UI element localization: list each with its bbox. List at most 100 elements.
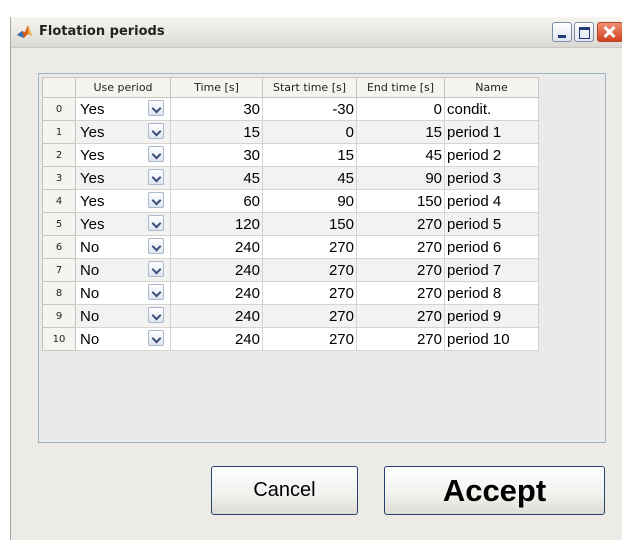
- name-cell[interactable]: period 9: [444, 304, 539, 328]
- use-period-dropdown[interactable]: Yes: [75, 166, 171, 190]
- chevron-down-icon[interactable]: [148, 330, 164, 346]
- name-cell[interactable]: condit.: [444, 97, 539, 121]
- use-period-dropdown[interactable]: No: [75, 304, 171, 328]
- time-cell[interactable]: 15: [170, 120, 263, 144]
- start-time-cell[interactable]: 150: [262, 212, 357, 236]
- end-time-cell[interactable]: 270: [356, 235, 445, 259]
- time-cell[interactable]: 240: [170, 304, 263, 328]
- chevron-down-icon[interactable]: [148, 100, 164, 116]
- row-header[interactable]: 2: [42, 143, 76, 167]
- start-time-cell[interactable]: 90: [262, 189, 357, 213]
- time-cell[interactable]: 30: [170, 143, 263, 167]
- table-row: 8 No 240 270 270 period 8: [42, 281, 539, 305]
- use-period-value: Yes: [80, 147, 105, 164]
- row-header[interactable]: 8: [42, 281, 76, 305]
- name-cell[interactable]: period 10: [444, 327, 539, 351]
- chevron-down-icon[interactable]: [148, 192, 164, 208]
- start-time-cell[interactable]: 270: [262, 258, 357, 282]
- end-time-cell[interactable]: 150: [356, 189, 445, 213]
- use-period-dropdown[interactable]: Yes: [75, 212, 171, 236]
- time-cell[interactable]: 30: [170, 97, 263, 121]
- table-row: 5 Yes 120 150 270 period 5: [42, 212, 539, 236]
- table-row: 7 No 240 270 270 period 7: [42, 258, 539, 282]
- row-header[interactable]: 7: [42, 258, 76, 282]
- name-cell[interactable]: period 7: [444, 258, 539, 282]
- start-time-cell[interactable]: 270: [262, 327, 357, 351]
- start-time-cell[interactable]: 270: [262, 304, 357, 328]
- use-period-dropdown[interactable]: Yes: [75, 97, 171, 121]
- maximize-button[interactable]: [574, 22, 594, 42]
- table-row: 10 No 240 270 270 period 10: [42, 327, 539, 351]
- use-period-dropdown[interactable]: No: [75, 281, 171, 305]
- end-time-cell[interactable]: 15: [356, 120, 445, 144]
- time-cell[interactable]: 60: [170, 189, 263, 213]
- row-header[interactable]: 1: [42, 120, 76, 144]
- use-period-dropdown[interactable]: No: [75, 235, 171, 259]
- end-time-cell[interactable]: 270: [356, 327, 445, 351]
- use-period-value: No: [80, 262, 100, 279]
- row-header[interactable]: 0: [42, 97, 76, 121]
- table-row: 0 Yes 30 -30 0 condit.: [42, 97, 539, 121]
- start-time-cell[interactable]: 270: [262, 281, 357, 305]
- name-cell[interactable]: period 4: [444, 189, 539, 213]
- time-cell[interactable]: 120: [170, 212, 263, 236]
- title-bar[interactable]: Flotation periods: [11, 17, 622, 48]
- use-period-dropdown[interactable]: Yes: [75, 120, 171, 144]
- chevron-down-icon[interactable]: [148, 215, 164, 231]
- end-time-cell[interactable]: 270: [356, 258, 445, 282]
- chevron-down-icon[interactable]: [148, 307, 164, 323]
- row-header[interactable]: 10: [42, 327, 76, 351]
- chevron-down-icon[interactable]: [148, 169, 164, 185]
- chevron-down-icon[interactable]: [148, 261, 164, 277]
- chevron-down-icon[interactable]: [148, 146, 164, 162]
- table-row: 3 Yes 45 45 90 period 3: [42, 166, 539, 190]
- time-cell[interactable]: 240: [170, 258, 263, 282]
- row-header[interactable]: 4: [42, 189, 76, 213]
- end-time-cell[interactable]: 270: [356, 212, 445, 236]
- chevron-down-icon[interactable]: [148, 123, 164, 139]
- row-header[interactable]: 6: [42, 235, 76, 259]
- end-time-cell[interactable]: 270: [356, 304, 445, 328]
- cancel-button[interactable]: Cancel: [211, 466, 358, 515]
- use-period-dropdown[interactable]: No: [75, 258, 171, 282]
- row-header[interactable]: 3: [42, 166, 76, 190]
- table-row: 2 Yes 30 15 45 period 2: [42, 143, 539, 167]
- column-header-use-period[interactable]: Use period: [75, 77, 171, 98]
- use-period-dropdown[interactable]: No: [75, 327, 171, 351]
- time-cell[interactable]: 240: [170, 281, 263, 305]
- name-cell[interactable]: period 5: [444, 212, 539, 236]
- start-time-cell[interactable]: 45: [262, 166, 357, 190]
- chevron-down-icon[interactable]: [148, 238, 164, 254]
- time-cell[interactable]: 240: [170, 327, 263, 351]
- close-button[interactable]: [597, 22, 622, 42]
- minimize-button[interactable]: [552, 22, 572, 42]
- row-header[interactable]: 9: [42, 304, 76, 328]
- start-time-cell[interactable]: 270: [262, 235, 357, 259]
- table-row: 4 Yes 60 90 150 period 4: [42, 189, 539, 213]
- use-period-dropdown[interactable]: Yes: [75, 143, 171, 167]
- column-header-start-time[interactable]: Start time [s]: [262, 77, 357, 98]
- end-time-cell[interactable]: 0: [356, 97, 445, 121]
- end-time-cell[interactable]: 45: [356, 143, 445, 167]
- column-header-time[interactable]: Time [s]: [170, 77, 263, 98]
- start-time-cell[interactable]: 15: [262, 143, 357, 167]
- start-time-cell[interactable]: -30: [262, 97, 357, 121]
- time-cell[interactable]: 45: [170, 166, 263, 190]
- end-time-cell[interactable]: 270: [356, 281, 445, 305]
- column-header-end-time[interactable]: End time [s]: [356, 77, 445, 98]
- name-cell[interactable]: period 1: [444, 120, 539, 144]
- start-time-cell[interactable]: 0: [262, 120, 357, 144]
- row-header[interactable]: 5: [42, 212, 76, 236]
- table-row: 1 Yes 15 0 15 period 1: [42, 120, 539, 144]
- use-period-dropdown[interactable]: Yes: [75, 189, 171, 213]
- name-cell[interactable]: period 6: [444, 235, 539, 259]
- name-cell[interactable]: period 2: [444, 143, 539, 167]
- end-time-cell[interactable]: 90: [356, 166, 445, 190]
- name-cell[interactable]: period 3: [444, 166, 539, 190]
- time-cell[interactable]: 240: [170, 235, 263, 259]
- chevron-down-icon[interactable]: [148, 284, 164, 300]
- column-header-name[interactable]: Name: [444, 77, 539, 98]
- name-cell[interactable]: period 8: [444, 281, 539, 305]
- use-period-value: Yes: [80, 101, 105, 118]
- accept-button[interactable]: Accept: [384, 466, 605, 515]
